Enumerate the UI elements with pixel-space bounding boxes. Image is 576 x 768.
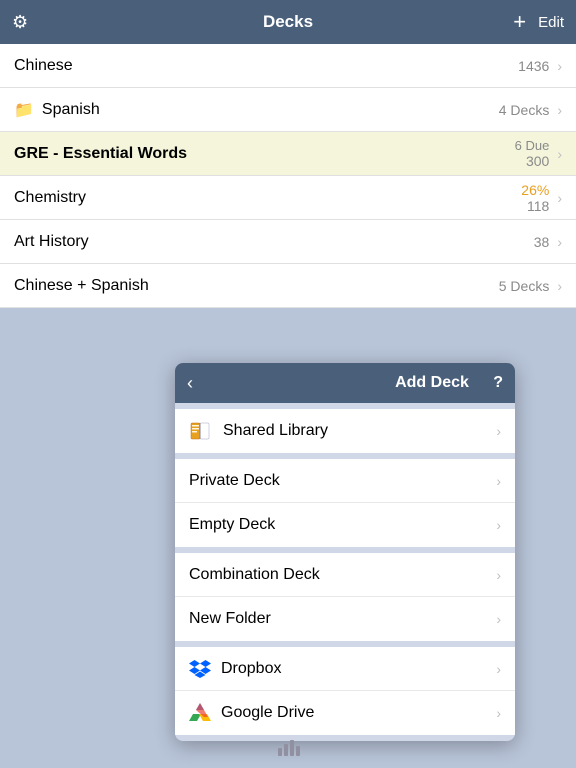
- deck-due-count: 6 Due: [515, 138, 550, 153]
- empty-deck-label: Empty Deck: [189, 516, 275, 534]
- modal-item-private-deck[interactable]: Private Deck ›: [175, 459, 515, 503]
- edit-button[interactable]: Edit: [538, 14, 564, 31]
- deck-row-left: Chinese: [14, 57, 73, 75]
- deck-row-chinese-spanish[interactable]: Chinese + Spanish 5 Decks ›: [0, 264, 576, 308]
- dropbox-icon: [189, 658, 211, 680]
- bottom-bar: [0, 738, 576, 762]
- chevron-icon: ›: [496, 517, 501, 533]
- book-icon: [189, 421, 213, 441]
- deck-row-right: 4 Decks ›: [499, 102, 562, 118]
- modal-item-new-folder[interactable]: New Folder ›: [175, 597, 515, 641]
- google-drive-icon: [189, 702, 211, 724]
- deck-count: 5 Decks: [499, 278, 550, 294]
- chevron-icon: ›: [496, 705, 501, 721]
- chevron-icon: ›: [557, 102, 562, 118]
- chevron-icon: ›: [496, 567, 501, 583]
- deck-row-right: 6 Due 300 ›: [515, 138, 562, 169]
- chevron-icon: ›: [557, 146, 562, 162]
- modal-item-shared-library[interactable]: Shared Library ›: [175, 409, 515, 453]
- header-right: + Edit: [513, 9, 564, 35]
- chevron-icon: ›: [557, 58, 562, 74]
- deck-percent: 26%: [521, 182, 549, 198]
- chevron-icon: ›: [496, 473, 501, 489]
- modal-section-3: Combination Deck › New Folder ›: [175, 553, 515, 641]
- deck-count-lines: 26% 118: [521, 182, 549, 214]
- google-drive-label: Google Drive: [221, 704, 314, 722]
- deck-name: Spanish: [42, 101, 100, 119]
- deck-row-chemistry[interactable]: Chemistry 26% 118 ›: [0, 176, 576, 220]
- header-left: ⚙: [12, 12, 28, 33]
- deck-count: 38: [534, 234, 550, 250]
- chevron-icon: ›: [496, 423, 501, 439]
- deck-name: Art History: [14, 233, 89, 251]
- modal-item-left: Dropbox: [189, 658, 281, 680]
- modal-item-left: New Folder: [189, 610, 271, 628]
- modal-back-button[interactable]: ‹: [187, 373, 193, 394]
- chevron-icon: ›: [557, 278, 562, 294]
- deck-name: Chinese + Spanish: [14, 277, 149, 295]
- deck-row-right: 5 Decks ›: [499, 278, 562, 294]
- deck-count-lines: 6 Due 300: [515, 138, 550, 169]
- deck-count: 4 Decks: [499, 102, 550, 118]
- deck-total-count: 300: [526, 153, 549, 169]
- deck-row-spanish[interactable]: 📁 Spanish 4 Decks ›: [0, 88, 576, 132]
- chevron-icon: ›: [496, 661, 501, 677]
- modal-item-left: Google Drive: [189, 702, 314, 724]
- chevron-icon: ›: [496, 611, 501, 627]
- deck-name: Chinese: [14, 57, 73, 75]
- modal-help-button[interactable]: ?: [493, 374, 503, 392]
- modal-section-4: Dropbox › Google Drive ›: [175, 647, 515, 735]
- modal-item-left: Combination Deck: [189, 566, 320, 584]
- deck-row-left: Chemistry: [14, 189, 86, 207]
- add-deck-modal: ‹ Add Deck ?: [175, 363, 515, 741]
- new-folder-label: New Folder: [189, 610, 271, 628]
- folder-icon: 📁: [14, 100, 34, 120]
- deck-list: Chinese 1436 › 📁 Spanish 4 Decks › GRE -…: [0, 44, 576, 308]
- chevron-icon: ›: [557, 190, 562, 206]
- chevron-icon: ›: [557, 234, 562, 250]
- modal-item-combination-deck[interactable]: Combination Deck ›: [175, 553, 515, 597]
- deck-name: Chemistry: [14, 189, 86, 207]
- deck-name: GRE - Essential Words: [14, 145, 187, 163]
- gear-icon[interactable]: ⚙: [12, 12, 28, 33]
- modal-section-2: Private Deck › Empty Deck ›: [175, 459, 515, 547]
- shared-library-label: Shared Library: [223, 422, 328, 440]
- deck-row-arthistory[interactable]: Art History 38 ›: [0, 220, 576, 264]
- modal-header: ‹ Add Deck ?: [175, 363, 515, 403]
- modal-item-google-drive[interactable]: Google Drive ›: [175, 691, 515, 735]
- deck-count: 1436: [518, 58, 549, 74]
- deck-row-left: Chinese + Spanish: [14, 277, 149, 295]
- modal-item-empty-deck[interactable]: Empty Deck ›: [175, 503, 515, 547]
- modal-item-left: Shared Library: [189, 421, 328, 441]
- deck-row-left: GRE - Essential Words: [14, 145, 187, 163]
- private-deck-label: Private Deck: [189, 472, 280, 490]
- deck-row-left: Art History: [14, 233, 89, 251]
- header-title: Decks: [263, 12, 313, 32]
- deck-row-right: 26% 118 ›: [521, 182, 562, 214]
- bar-chart-icon: [276, 738, 300, 762]
- modal-item-dropbox[interactable]: Dropbox ›: [175, 647, 515, 691]
- deck-total: 118: [527, 198, 549, 214]
- deck-row-chinese[interactable]: Chinese 1436 ›: [0, 44, 576, 88]
- deck-row-left: 📁 Spanish: [14, 100, 100, 120]
- background-area: ‹ Add Deck ?: [0, 308, 576, 768]
- deck-row-right: 1436 ›: [518, 58, 562, 74]
- modal-section-1: Shared Library ›: [175, 409, 515, 453]
- modal-item-left: Empty Deck: [189, 516, 275, 534]
- deck-row-right: 38 ›: [534, 234, 562, 250]
- deck-row-gre[interactable]: GRE - Essential Words 6 Due 300 ›: [0, 132, 576, 176]
- add-button[interactable]: +: [513, 9, 526, 35]
- dropbox-label: Dropbox: [221, 660, 281, 678]
- app-header: ⚙ Decks + Edit: [0, 0, 576, 44]
- modal-item-left: Private Deck: [189, 472, 280, 490]
- combination-deck-label: Combination Deck: [189, 566, 320, 584]
- modal-title: Add Deck: [395, 374, 469, 392]
